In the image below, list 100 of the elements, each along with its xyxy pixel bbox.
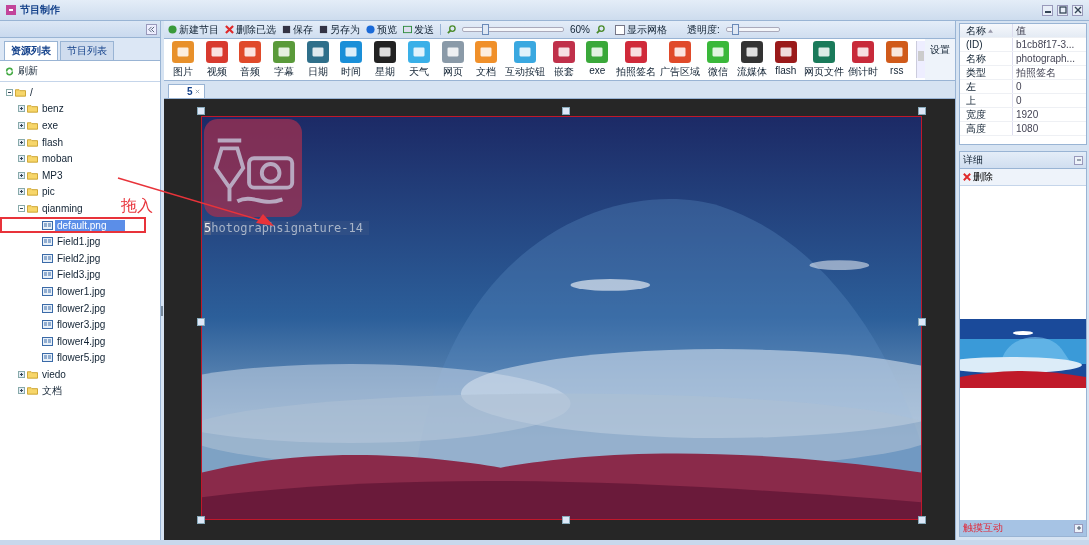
tree-item[interactable]: Field1.jpg xyxy=(55,236,103,248)
widget-tile-icon[interactable] xyxy=(668,41,691,63)
property-value[interactable]: b1cb8f17-3... xyxy=(1013,38,1086,51)
toolbar-button[interactable]: 另存为 xyxy=(319,22,360,37)
widget-tile-icon[interactable] xyxy=(340,41,363,63)
panel-tab[interactable]: 资源列表 xyxy=(4,41,58,60)
expand-button[interactable] xyxy=(1074,523,1083,533)
widget-label[interactable]: 拍照签名 xyxy=(615,65,656,79)
expander-icon[interactable] xyxy=(6,88,13,96)
slider-thumb[interactable] xyxy=(731,24,739,35)
tree-item[interactable]: flower4.jpg xyxy=(55,335,108,347)
widget-label[interactable]: 文档 xyxy=(476,65,497,79)
expander-icon[interactable] xyxy=(18,105,25,113)
property-value[interactable]: photograph... xyxy=(1013,52,1086,65)
widget-tile-icon[interactable] xyxy=(374,41,397,63)
resize-handle[interactable] xyxy=(918,516,926,524)
widget-tile-icon[interactable] xyxy=(586,41,609,63)
tree-item[interactable]: benz xyxy=(40,103,66,115)
close-button[interactable] xyxy=(1072,4,1083,16)
collapse-button[interactable] xyxy=(146,23,157,35)
widget-label[interactable]: 星期 xyxy=(375,65,396,79)
resize-handle[interactable] xyxy=(197,107,205,115)
widget-tile-icon[interactable] xyxy=(885,41,908,63)
toolbar-button[interactable]: 预览 xyxy=(366,22,397,37)
expander-icon[interactable] xyxy=(18,122,25,129)
widget-tile-icon[interactable] xyxy=(852,41,875,63)
property-value[interactable]: 拍照签名 xyxy=(1013,66,1086,79)
widget-label[interactable]: 字幕 xyxy=(274,65,295,79)
expander-icon[interactable] xyxy=(18,188,25,196)
toolbar-button[interactable]: 发送 xyxy=(403,22,434,37)
zoom-slider[interactable] xyxy=(462,27,564,32)
tree-item[interactable]: flower5.jpg xyxy=(55,352,108,364)
widget-tile-icon[interactable] xyxy=(172,41,194,63)
expander-icon[interactable] xyxy=(18,387,25,395)
resize-handle[interactable] xyxy=(918,107,926,115)
widget-tile-icon[interactable] xyxy=(552,41,575,63)
property-value[interactable]: 1080 xyxy=(1013,122,1086,135)
widget-label[interactable]: 图片 xyxy=(173,65,193,79)
grid-checkbox[interactable] xyxy=(615,24,625,35)
toolbar-button[interactable]: 删除已选 xyxy=(225,22,276,37)
widget-tile-icon[interactable] xyxy=(306,41,329,63)
tree-item[interactable]: / xyxy=(28,86,35,98)
expander-icon[interactable] xyxy=(18,370,25,378)
tree-item[interactable]: exe xyxy=(40,120,61,131)
expander-icon[interactable] xyxy=(18,204,25,212)
expander-icon[interactable] xyxy=(18,138,25,146)
slider-thumb[interactable] xyxy=(482,24,489,35)
widget-label[interactable]: 视频 xyxy=(206,65,227,79)
tree-item[interactable]: moban xyxy=(40,153,75,165)
tree-item[interactable]: Field2.jpg xyxy=(55,252,103,264)
toolbar-button[interactable]: 新建节目 xyxy=(168,22,219,37)
delete-button[interactable]: 删除 xyxy=(963,170,993,184)
widget-label[interactable]: 日期 xyxy=(307,65,328,79)
widget-label[interactable]: 网页 xyxy=(442,65,463,79)
tree-item[interactable]: flower1.jpg xyxy=(55,285,108,297)
widget-label[interactable]: 倒计时 xyxy=(848,65,879,79)
refresh-link[interactable]: 刷新 xyxy=(18,64,38,78)
expander-icon[interactable] xyxy=(18,155,25,163)
widget-tile-icon[interactable] xyxy=(407,41,430,63)
widget-label[interactable]: 互动按钮 xyxy=(504,65,545,79)
widget-tile-icon[interactable] xyxy=(205,41,228,63)
widget-label[interactable]: 音频 xyxy=(240,65,261,79)
widget-tile-icon[interactable] xyxy=(624,41,647,63)
settings-link[interactable]: 设置 xyxy=(925,39,955,80)
widget-label[interactable]: rss xyxy=(890,65,904,76)
widget-label[interactable]: flash xyxy=(775,65,797,76)
minimize-button[interactable] xyxy=(1042,4,1053,16)
opacity-slider[interactable] xyxy=(725,27,780,32)
resize-handle[interactable] xyxy=(197,516,205,524)
resize-handle[interactable] xyxy=(561,516,570,524)
property-value[interactable]: 1920 xyxy=(1013,108,1086,121)
tree-item[interactable]: qianming xyxy=(40,202,85,214)
tree-item[interactable]: Field3.jpg xyxy=(55,269,103,281)
collapse-button[interactable] xyxy=(1074,155,1083,165)
widget-tile-icon[interactable] xyxy=(741,41,763,63)
splitter-handle[interactable] xyxy=(161,305,163,316)
widget-tile-icon[interactable] xyxy=(441,41,464,63)
column-header[interactable]: 值 xyxy=(1013,24,1086,37)
widget-tile-icon[interactable] xyxy=(239,41,262,63)
tree-item[interactable]: viedo xyxy=(40,368,68,380)
tree-item[interactable]: pic xyxy=(40,186,57,198)
widget-tile-icon[interactable] xyxy=(513,41,536,63)
widget-label[interactable]: 流媒体 xyxy=(737,65,767,79)
widget-tile-icon[interactable] xyxy=(707,41,730,63)
resize-handle[interactable] xyxy=(197,318,205,326)
close-icon[interactable] xyxy=(194,89,200,94)
widget-tile-icon[interactable] xyxy=(475,41,498,63)
widget-label[interactable]: 嵌套 xyxy=(553,65,574,79)
property-value[interactable]: 0 xyxy=(1013,80,1086,93)
toolbar-button[interactable]: 保存 xyxy=(282,22,313,37)
widget-tile-icon[interactable] xyxy=(774,41,797,63)
widget-tile-icon[interactable] xyxy=(273,41,296,63)
widget-label[interactable]: exe xyxy=(589,65,606,76)
column-header[interactable]: 名称 xyxy=(960,24,1013,37)
tree-item[interactable]: flower3.jpg xyxy=(55,319,108,331)
panel-tab[interactable]: 节目列表 xyxy=(60,41,114,60)
widget-label[interactable]: 天气 xyxy=(408,65,429,79)
widget-label[interactable]: 网页文件 xyxy=(804,65,845,79)
scrollbar[interactable] xyxy=(916,41,925,78)
maximize-button[interactable] xyxy=(1057,4,1068,16)
